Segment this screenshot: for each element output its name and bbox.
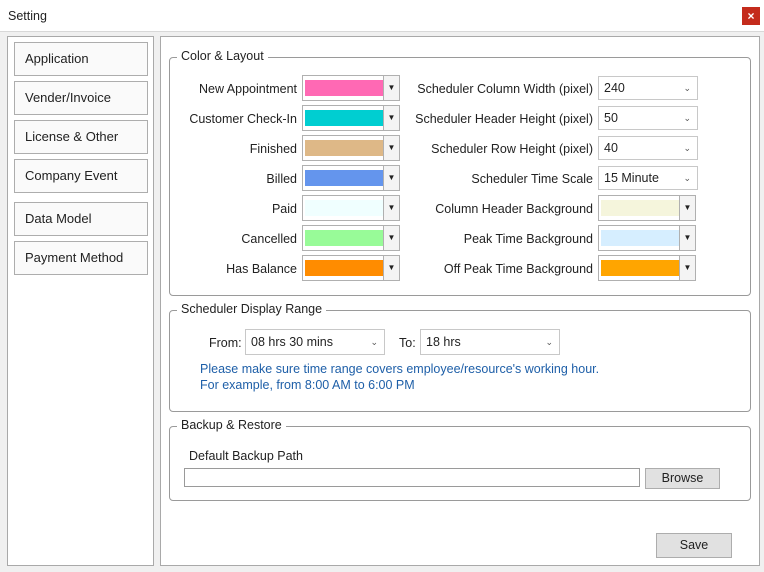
range-note-line1: Please make sure time range covers emplo…	[200, 362, 600, 376]
chevron-down-icon: ⌄	[683, 113, 691, 123]
range-note-line2: For example, from 8:00 AM to 6:00 PM	[200, 378, 415, 392]
chevron-down-icon[interactable]: ▼	[383, 226, 399, 250]
color-layout-group: Color & Layout New Appointment ▼ Custome…	[169, 49, 751, 296]
finished-color-picker[interactable]: ▼	[302, 135, 400, 161]
paid-color-picker[interactable]: ▼	[302, 195, 400, 221]
new-appointment-color-picker[interactable]: ▼	[302, 75, 400, 101]
new-appointment-swatch	[305, 80, 383, 96]
time-scale-value: 15 Minute	[604, 171, 659, 185]
off-peak-time-bg-swatch	[601, 260, 679, 276]
title-bar: Setting ×	[0, 0, 764, 32]
sidebar: Application Vender/Invoice License & Oth…	[7, 36, 154, 566]
header-height-value: 50	[604, 111, 618, 125]
customer-check-in-color-picker[interactable]: ▼	[302, 105, 400, 131]
display-range-title: Scheduler Display Range	[177, 302, 327, 316]
header-height-label: Scheduler Header Height (pixel)	[415, 112, 593, 126]
from-time-value: 08 hrs 30 mins	[251, 335, 333, 349]
sidebar-item-data-model[interactable]: Data Model	[14, 202, 148, 236]
finished-swatch	[305, 140, 383, 156]
display-range-group: Scheduler Display Range From: 08 hrs 30 …	[169, 302, 751, 412]
peak-time-bg-color-picker[interactable]: ▼	[598, 225, 696, 251]
from-time-select[interactable]: 08 hrs 30 mins ⌄	[245, 329, 385, 355]
settings-panel: Color & Layout New Appointment ▼ Custome…	[160, 36, 760, 566]
to-time-select[interactable]: 18 hrs ⌄	[420, 329, 560, 355]
chevron-down-icon[interactable]: ▼	[383, 136, 399, 160]
row-height-label: Scheduler Row Height (pixel)	[431, 142, 593, 156]
chevron-down-icon: ⌄	[370, 337, 378, 347]
customer-check-in-swatch	[305, 110, 383, 126]
chevron-down-icon: ⌄	[683, 143, 691, 153]
color-layout-title: Color & Layout	[177, 49, 268, 63]
finished-label: Finished	[249, 142, 297, 156]
header-height-select[interactable]: 50 ⌄	[598, 106, 698, 130]
sidebar-item-payment-method[interactable]: Payment Method	[14, 241, 148, 275]
column-width-select[interactable]: 240 ⌄	[598, 76, 698, 100]
sidebar-item-company-event[interactable]: Company Event	[14, 159, 148, 193]
backup-restore-group: Backup & Restore Default Backup Path Bro…	[169, 418, 751, 501]
browse-button[interactable]: Browse	[645, 468, 720, 489]
cancelled-label: Cancelled	[241, 232, 297, 246]
chevron-down-icon[interactable]: ▼	[679, 256, 695, 280]
save-button[interactable]: Save	[656, 533, 732, 558]
off-peak-time-bg-color-picker[interactable]: ▼	[598, 255, 696, 281]
chevron-down-icon[interactable]: ▼	[383, 166, 399, 190]
to-time-value: 18 hrs	[426, 335, 461, 349]
chevron-down-icon[interactable]: ▼	[383, 106, 399, 130]
backup-path-input[interactable]	[184, 468, 640, 487]
column-header-bg-label: Column Header Background	[435, 202, 593, 216]
time-scale-select[interactable]: 15 Minute ⌄	[598, 166, 698, 190]
chevron-down-icon: ⌄	[683, 83, 691, 93]
chevron-down-icon[interactable]: ▼	[383, 196, 399, 220]
billed-label: Billed	[266, 172, 297, 186]
sidebar-item-license-other[interactable]: License & Other	[14, 120, 148, 154]
customer-check-in-label: Customer Check-In	[189, 112, 297, 126]
backup-path-label: Default Backup Path	[189, 449, 303, 463]
row-height-select[interactable]: 40 ⌄	[598, 136, 698, 160]
sidebar-item-application[interactable]: Application	[14, 42, 148, 76]
has-balance-color-picker[interactable]: ▼	[302, 255, 400, 281]
cancelled-color-picker[interactable]: ▼	[302, 225, 400, 251]
chevron-down-icon: ⌄	[545, 337, 553, 347]
backup-restore-title: Backup & Restore	[177, 418, 286, 432]
paid-label: Paid	[271, 202, 297, 216]
has-balance-swatch	[305, 260, 383, 276]
chevron-down-icon[interactable]: ▼	[679, 196, 695, 220]
paid-swatch	[305, 200, 383, 216]
chevron-down-icon[interactable]: ▼	[383, 76, 399, 100]
peak-time-bg-label: Peak Time Background	[463, 232, 593, 246]
window-frame	[0, 32, 3, 572]
column-header-bg-swatch	[601, 200, 679, 216]
cancelled-swatch	[305, 230, 383, 246]
window-title: Setting	[8, 9, 47, 23]
column-width-label: Scheduler Column Width (pixel)	[417, 82, 593, 96]
chevron-down-icon: ⌄	[683, 173, 691, 183]
from-label: From:	[209, 336, 242, 350]
has-balance-label: Has Balance	[226, 262, 297, 276]
billed-color-picker[interactable]: ▼	[302, 165, 400, 191]
close-icon: ×	[747, 9, 755, 23]
chevron-down-icon[interactable]: ▼	[679, 226, 695, 250]
new-appointment-label: New Appointment	[199, 82, 297, 96]
off-peak-time-bg-label: Off Peak Time Background	[443, 262, 593, 276]
column-width-value: 240	[604, 81, 625, 95]
to-label: To:	[399, 336, 416, 350]
close-button[interactable]: ×	[742, 7, 760, 25]
billed-swatch	[305, 170, 383, 186]
peak-time-bg-swatch	[601, 230, 679, 246]
row-height-value: 40	[604, 141, 618, 155]
time-scale-label: Scheduler Time Scale	[471, 172, 593, 186]
column-header-bg-color-picker[interactable]: ▼	[598, 195, 696, 221]
chevron-down-icon[interactable]: ▼	[383, 256, 399, 280]
sidebar-item-vender-invoice[interactable]: Vender/Invoice	[14, 81, 148, 115]
